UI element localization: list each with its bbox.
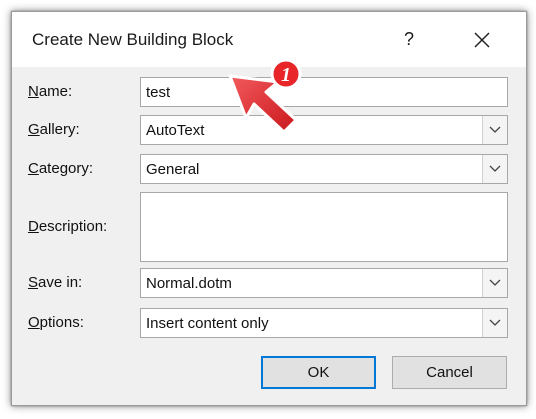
save-in-label: Save in: <box>28 274 82 291</box>
options-value: Insert content only <box>146 315 269 332</box>
ok-button[interactable]: OK <box>261 356 376 389</box>
close-button[interactable] <box>464 24 500 56</box>
gallery-select[interactable]: AutoText <box>140 115 508 145</box>
category-label: Category: <box>28 160 93 177</box>
description-label-accel: D <box>28 218 39 235</box>
description-textarea[interactable] <box>140 192 508 262</box>
save-in-label-accel: S <box>28 274 39 291</box>
description-label-text: escription: <box>38 218 108 235</box>
description-label: Description: <box>28 218 107 235</box>
dialog-title: Create New Building Block <box>32 30 234 49</box>
gallery-label: Gallery: <box>28 121 80 138</box>
name-input[interactable]: test <box>140 77 508 107</box>
chevron-down-icon <box>489 126 501 133</box>
gallery-dropdown-button[interactable] <box>482 116 507 144</box>
category-value: General <box>146 161 200 178</box>
save-in-dropdown-button[interactable] <box>482 269 507 297</box>
name-label: Name: <box>28 83 72 100</box>
help-button[interactable]: ? <box>396 27 422 51</box>
save-in-value: Normal.dotm <box>146 275 232 292</box>
chevron-down-icon <box>489 165 501 172</box>
options-label: Options: <box>28 314 84 331</box>
category-label-text: ategory: <box>38 160 94 177</box>
category-dropdown-button[interactable] <box>482 155 507 183</box>
save-in-label-text: ave in: <box>38 274 83 291</box>
name-value: test <box>146 84 171 101</box>
chevron-down-icon <box>489 279 501 286</box>
annotation-arrow-icon: 1 <box>228 58 302 134</box>
step-badge: 1 <box>270 58 302 90</box>
gallery-label-accel: G <box>28 121 40 138</box>
gallery-label-text: allery: <box>39 121 80 138</box>
category-select[interactable]: General <box>140 154 508 184</box>
step-number: 1 <box>281 64 291 86</box>
chevron-down-icon <box>489 319 501 326</box>
name-label-text: ame: <box>38 83 73 100</box>
name-label-accel: N <box>28 83 39 100</box>
options-select[interactable]: Insert content only <box>140 308 508 338</box>
options-label-text: ptions: <box>39 314 84 331</box>
options-dropdown-button[interactable] <box>482 309 507 337</box>
cancel-button[interactable]: Cancel <box>392 356 507 389</box>
gallery-value: AutoText <box>146 122 205 139</box>
close-icon <box>474 32 490 48</box>
options-label-accel: O <box>28 314 40 331</box>
category-label-accel: C <box>28 160 39 177</box>
save-in-select[interactable]: Normal.dotm <box>140 268 508 298</box>
